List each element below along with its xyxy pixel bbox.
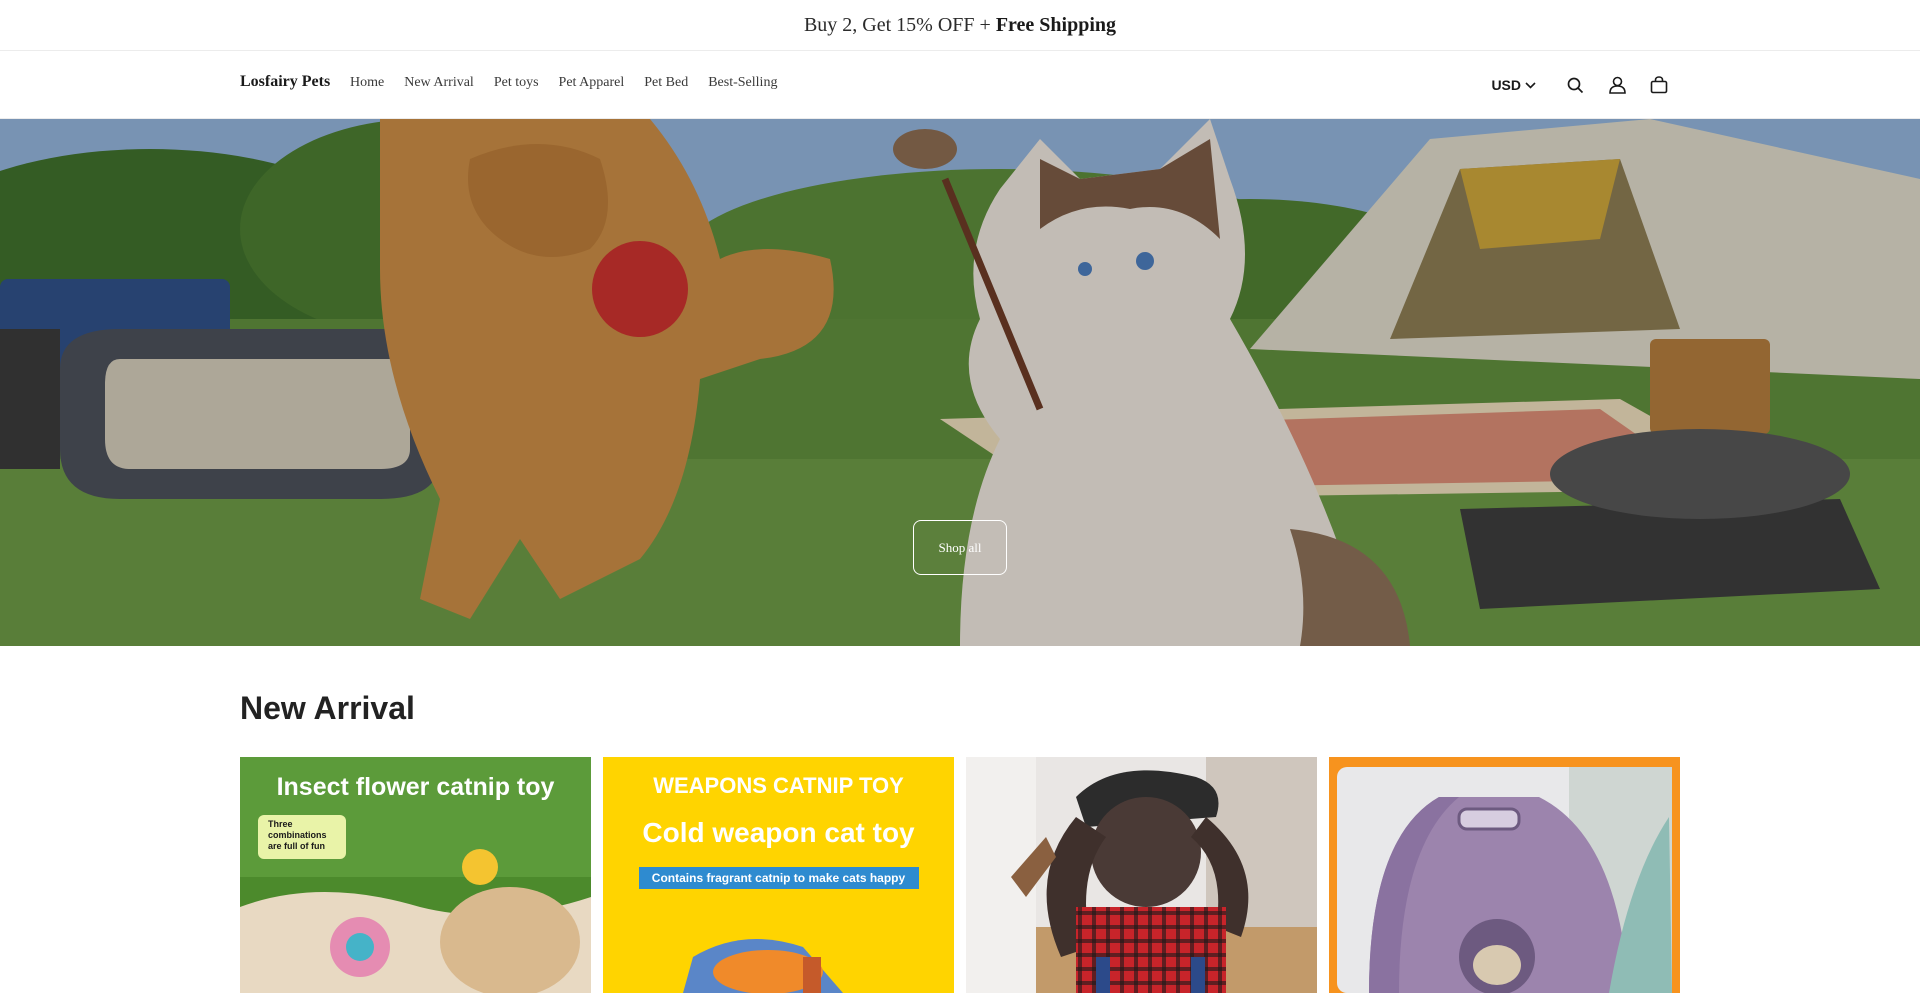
- currency-selector[interactable]: USD: [1491, 77, 1536, 93]
- product-image-badge: Three combinations are full of fun: [268, 819, 327, 851]
- search-icon: [1567, 77, 1583, 93]
- product-image-banner: Contains fragrant catnip to make cats ha…: [651, 871, 906, 885]
- product-card[interactable]: [1329, 757, 1680, 993]
- product-card[interactable]: Insect flower catnip toy Three combinati…: [240, 757, 591, 993]
- header-tools: USD: [1491, 67, 1680, 103]
- chevron-down-icon: [1525, 81, 1536, 89]
- nav-item-pet-toys[interactable]: Pet toys: [494, 75, 539, 91]
- nav-item-best-selling[interactable]: Best-Selling: [708, 75, 777, 91]
- product-image-title: Insect flower catnip toy: [276, 773, 555, 801]
- currency-label: USD: [1491, 77, 1521, 93]
- product-image: [1329, 757, 1680, 993]
- product-image: [966, 757, 1317, 993]
- section-title-new-arrival: New Arrival: [240, 690, 415, 726]
- product-grid: Insect flower catnip toy Three combinati…: [240, 757, 1680, 993]
- announcement-text: Buy 2, Get 15% OFF +: [803, 13, 991, 36]
- announcement-bar: Buy 2, Get 15% OFF + Free Shipping: [0, 0, 1920, 51]
- product-card[interactable]: [966, 757, 1317, 993]
- product-image-title: WEAPONS CATNIP TOY: [653, 773, 904, 798]
- shop-all-button[interactable]: Shop all: [913, 520, 1007, 575]
- nav-item-new-arrival[interactable]: New Arrival: [404, 75, 474, 91]
- brand-logo[interactable]: Losfairy Pets: [240, 73, 330, 91]
- search-button[interactable]: [1554, 67, 1596, 103]
- announcement-bold: Free Shipping: [995, 13, 1117, 36]
- nav-item-home[interactable]: Home: [350, 75, 384, 91]
- nav-item-pet-bed[interactable]: Pet Bed: [644, 75, 688, 91]
- cart-button[interactable]: [1638, 67, 1680, 103]
- account-icon: [1608, 76, 1626, 94]
- main-nav: Home New Arrival Pet toys Pet Apparel Pe…: [350, 75, 797, 91]
- site-header: Losfairy Pets Home New Arrival Pet toys …: [0, 51, 1920, 119]
- product-card[interactable]: WEAPONS CATNIP TOY Cold weapon cat toy C…: [603, 757, 954, 993]
- nav-item-pet-apparel[interactable]: Pet Apparel: [559, 75, 625, 91]
- product-image-subtitle: Cold weapon cat toy: [642, 817, 915, 848]
- hero-banner: Shop all: [0, 119, 1920, 646]
- cart-icon: [1650, 76, 1668, 94]
- account-button[interactable]: [1596, 67, 1638, 103]
